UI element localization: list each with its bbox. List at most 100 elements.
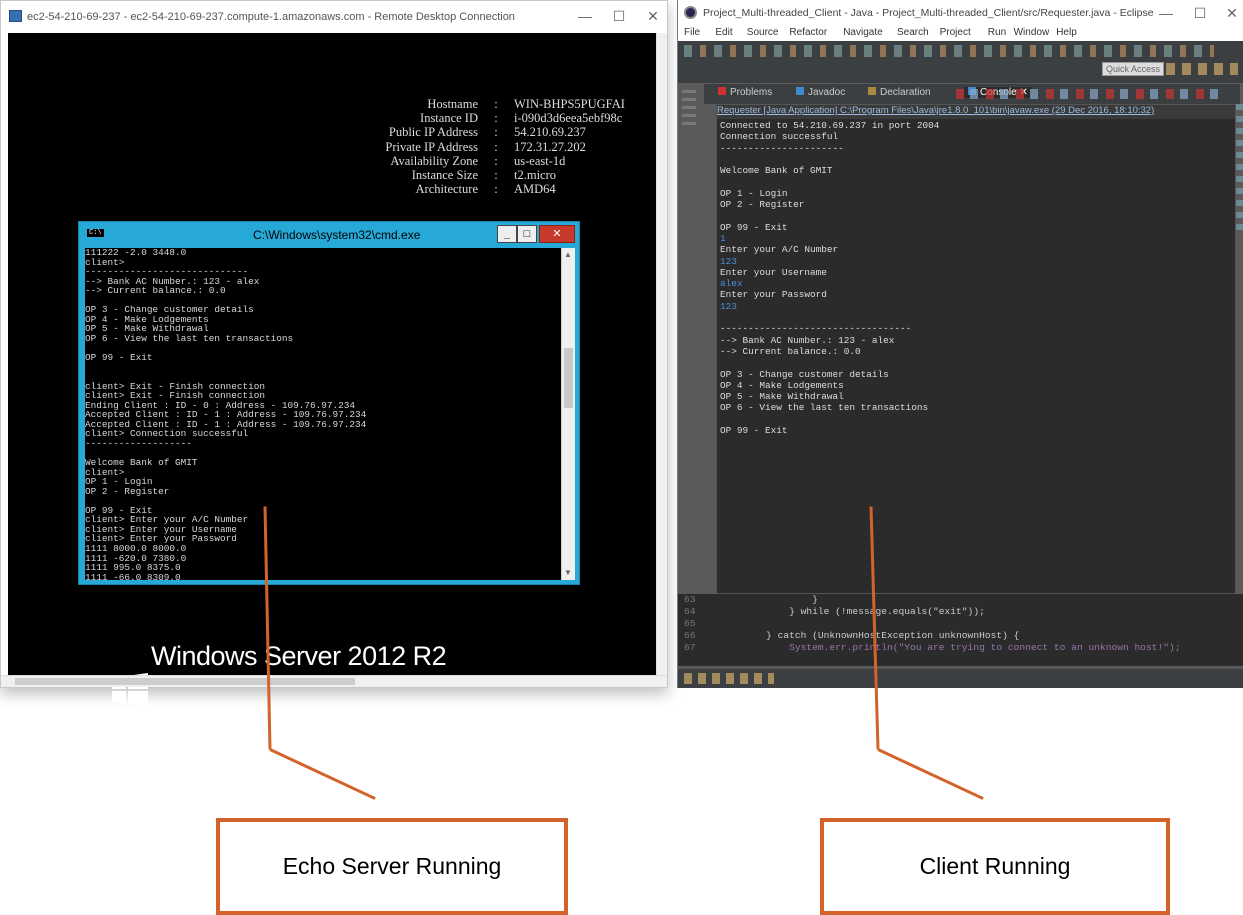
scroll-thumb[interactable] [564, 348, 573, 408]
client-callout: Client Running [820, 818, 1170, 915]
eclipse-close-button[interactable]: ✕ [1222, 4, 1242, 22]
console-output-line: OP 99 - Exit [720, 221, 788, 233]
host-info-key: Hostname [427, 97, 478, 111]
console-output-line: OP 1 - Login [720, 187, 788, 199]
tab-problems[interactable]: Problems [718, 87, 772, 98]
menu-help[interactable]: Help [1056, 27, 1077, 38]
quick-access-input[interactable]: Quick Access [1102, 62, 1165, 76]
console-input-line: 123 [720, 255, 737, 267]
menu-window[interactable]: Window [1014, 27, 1050, 38]
console-output: Connected to 54.210.69.237 in port 2004 C… [720, 120, 1230, 436]
toolbar-icons[interactable] [684, 45, 1214, 57]
rdp-titlebar[interactable]: ec2-54-210-69-237 - ec2-54-210-69-237.co… [1, 1, 667, 33]
remote-desktop-screen[interactable]: Hostname: WIN-BHPS5PUGFAI Instance ID: i-09… [8, 33, 656, 707]
host-info-value: 172.31.27.202 [514, 139, 586, 154]
host-info-separator: : [494, 139, 498, 154]
status-icons[interactable] [684, 673, 774, 684]
eclipse-toolbar: Quick Access [678, 41, 1243, 83]
windows-server-brand: Windows Server 2012 R2 [151, 641, 447, 671]
host-info-separator: : [494, 125, 498, 140]
code-text: } catch (UnknownHostException unknownHos… [720, 630, 1020, 641]
perspective-icons[interactable] [1166, 63, 1238, 75]
host-info-key: Instance ID [420, 111, 478, 126]
console-output-line: --> Bank AC Number.: 123 - alex [720, 334, 895, 346]
menu-project[interactable]: Project [940, 27, 971, 38]
console-launch-path: Requester [Java Application] C:\Program … [717, 105, 1235, 119]
menu-refactor[interactable]: Refactor [789, 27, 827, 38]
cmd-titlebar[interactable]: C:\ C:\Windows\system32\cmd.exe _ □ ✕ [79, 222, 579, 248]
host-info-key: Private IP Address [385, 139, 478, 154]
tab-declaration[interactable]: Declaration [868, 87, 931, 98]
code-text: System.err.println("You are trying to co… [720, 642, 1181, 653]
host-info-value: t2.micro [514, 168, 557, 183]
cmd-icon: C:\ [87, 229, 104, 237]
rdp-horizontal-scrollbar[interactable] [1, 675, 667, 687]
eclipse-titlebar[interactable]: Project_Multi-threaded_Client - Java - P… [678, 0, 1243, 26]
tab-label: Problems [730, 87, 773, 98]
rdp-vertical-scrollbar[interactable] [656, 33, 667, 675]
tab-javadoc[interactable]: Javadoc [796, 87, 845, 98]
eclipse-window: Project_Multi-threaded_Client - Java - P… [677, 0, 1243, 688]
menu-search[interactable]: Search [897, 27, 929, 38]
rdp-window-title: ec2-54-210-69-237 - ec2-54-210-69-237.co… [27, 11, 515, 23]
host-info-key: Instance Size [411, 168, 478, 183]
eclipse-window-title: Project_Multi-threaded_Client - Java - P… [703, 7, 1154, 19]
menu-file[interactable]: File [684, 27, 700, 38]
tab-label: Javadoc [808, 87, 846, 98]
host-info-separator: : [494, 153, 498, 168]
host-info-value: AMD64 [514, 182, 556, 197]
eclipse-view-tabs: ProblemsJavadocDeclarationConsole ✕ [704, 84, 1240, 104]
console-view[interactable]: Requester [Java Application] C:\Program … [716, 104, 1236, 594]
console-output-line: Connection successful [720, 131, 839, 143]
line-number: 64 [684, 606, 696, 617]
console-output-line: Connected to 54.210.69.237 in port 2004 [720, 120, 940, 131]
scroll-down-icon[interactable]: ▼ [564, 568, 572, 577]
host-info-key: Public IP Address [388, 125, 478, 140]
menu-source[interactable]: Source [747, 27, 779, 38]
host-info-separator: : [494, 182, 498, 197]
console-output-line: Enter your A/C Number [720, 244, 839, 256]
line-number: 63 [684, 594, 696, 605]
cmd-output-text: 111222 -2.0 3448.0 client> -------------… [85, 248, 367, 580]
remote-desktop-window: ec2-54-210-69-237 - ec2-54-210-69-237.co… [0, 0, 668, 707]
console-output-line: OP 3 - Change customer details [720, 368, 889, 380]
scroll-up-icon[interactable]: ▲ [564, 250, 572, 259]
cmd-output[interactable]: 111222 -2.0 3448.0 client> -------------… [85, 248, 561, 580]
cmd-scrollbar[interactable]: ▲ ▼ [561, 248, 575, 580]
line-number: 67 [684, 642, 696, 653]
cmd-close-button[interactable]: ✕ [539, 225, 575, 243]
javadoc-icon [796, 87, 804, 95]
console-input-line: alex [720, 278, 743, 290]
menu-navigate[interactable]: Navigate [843, 27, 882, 38]
host-info-value: us-east-1d [514, 153, 566, 168]
host-info-row: Hostname: WIN-BHPS5PUGFAI [258, 97, 638, 111]
minimize-button[interactable]: — [575, 7, 595, 25]
console-input-line: 123 [720, 300, 737, 312]
maximize-button[interactable]: ☐ [609, 7, 629, 25]
eclipse-statusbar [678, 668, 1243, 688]
problems-icon [718, 87, 726, 95]
host-info-value: 54.210.69.237 [514, 125, 586, 140]
menu-run[interactable]: Run [988, 27, 1006, 38]
code-line: 67 System.err.println("You are trying to… [678, 642, 1243, 654]
eclipse-minimize-button[interactable]: — [1156, 4, 1176, 22]
cmd-maximize-button[interactable]: □ [517, 225, 537, 243]
console-output-line: ---------------------- [720, 142, 844, 154]
host-info-row: Public IP Address: 54.210.69.237 [258, 125, 638, 139]
console-toolbar-icons[interactable] [956, 89, 1226, 99]
host-info-row: Private IP Address: 172.31.27.202 [258, 140, 638, 154]
eclipse-maximize-button[interactable]: ☐ [1190, 4, 1210, 22]
declaration-icon [868, 87, 876, 95]
cmd-minimize-button[interactable]: _ [497, 225, 517, 243]
host-info-row: Instance Size: t2.micro [258, 168, 638, 182]
cmd-title: C:\Windows\system32\cmd.exe [253, 228, 421, 242]
client-callout-line [877, 748, 984, 800]
menu-edit[interactable]: Edit [715, 27, 732, 38]
rdp-hscroll-thumb[interactable] [15, 678, 355, 685]
close-button[interactable]: ✕ [643, 7, 663, 25]
console-output-line: OP 5 - Make Withdrawal [720, 391, 844, 403]
code-editor[interactable]: 63 } 64 } while (!message.equals("exit"))… [678, 594, 1243, 666]
